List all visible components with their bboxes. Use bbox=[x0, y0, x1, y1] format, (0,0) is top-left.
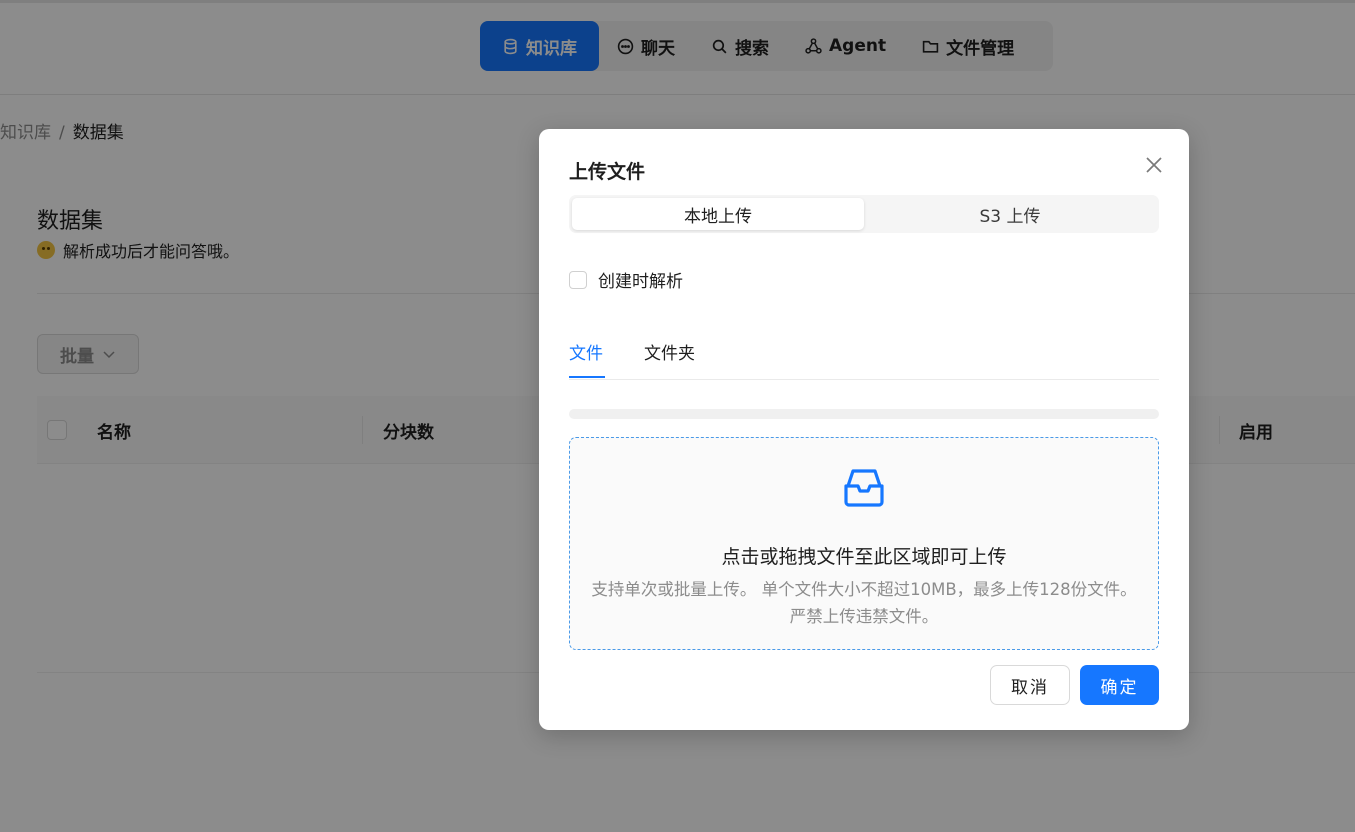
upload-file-modal: 上传文件 本地上传 S3 上传 创建时解析 文件 文件夹 点击或拖拽文件至此区域… bbox=[539, 129, 1189, 730]
upload-progress-bar bbox=[569, 409, 1159, 419]
tab-file[interactable]: 文件 bbox=[569, 339, 603, 364]
close-icon[interactable] bbox=[1142, 153, 1166, 177]
upload-type-tabs: 文件 文件夹 bbox=[569, 325, 1159, 380]
tab-folder[interactable]: 文件夹 bbox=[644, 339, 695, 364]
modal-title: 上传文件 bbox=[569, 161, 646, 183]
dropzone-hint: 支持单次或批量上传。 单个文件大小不超过10MB，最多上传128份文件。严禁上传… bbox=[591, 580, 1137, 626]
upload-dropzone[interactable]: 点击或拖拽文件至此区域即可上传 支持单次或批量上传。 单个文件大小不超过10MB… bbox=[569, 437, 1159, 650]
checkbox-box[interactable] bbox=[569, 270, 587, 289]
checkbox-label: 创建时解析 bbox=[598, 272, 683, 292]
inbox-icon bbox=[844, 469, 884, 507]
segment-local-upload[interactable]: 本地上传 bbox=[572, 198, 864, 230]
active-tab-indicator bbox=[569, 376, 605, 378]
dropzone-title: 点击或拖拽文件至此区域即可上传 bbox=[721, 546, 1007, 568]
parse-on-create-checkbox[interactable]: 创建时解析 bbox=[569, 267, 683, 292]
upload-source-segmented: 本地上传 S3 上传 bbox=[569, 195, 1159, 233]
segment-s3-upload[interactable]: S3 上传 bbox=[864, 198, 1156, 230]
cancel-button[interactable]: 取消 bbox=[990, 665, 1070, 705]
confirm-button[interactable]: 确定 bbox=[1080, 665, 1159, 705]
